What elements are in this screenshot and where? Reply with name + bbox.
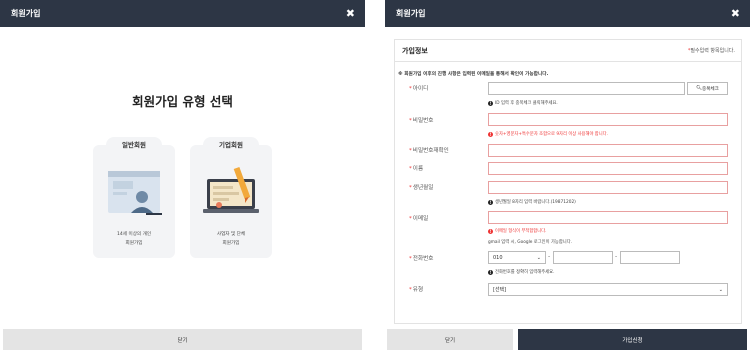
card-tab-label: 일반회원 [106, 137, 162, 152]
phone-label-text: 전화번호 [412, 256, 434, 262]
phone-separator: - [548, 253, 551, 260]
birth-input[interactable] [488, 181, 728, 194]
person-window-icon [108, 171, 162, 215]
required-star: * [409, 148, 412, 154]
page-title: 회원가입 유형 선택 [132, 94, 233, 109]
signup-form-modal: 회원가입 ✖ 가입정보 *필수입력 항목입니다. ※ 회원가입 이후의 진행 사… [385, 0, 750, 353]
card-desc-line: 14세 이상의 개인 [116, 232, 152, 237]
submit-signup-button[interactable]: 가입신청 [518, 329, 747, 350]
birth-hint: ! 생년월일 8자리 입력 바랍니다.(19871202) [488, 199, 576, 205]
password-hint-text: 숫자+영문자+특수문자 조합으로 9자리 이상 사용해야 합니다. [495, 132, 609, 137]
required-notice: *필수입력 항목입니다. [688, 47, 735, 54]
card-description: 사업자 및 단체 회원가입 [190, 230, 272, 248]
close-button[interactable]: 닫기 [3, 329, 362, 350]
required-text: 필수입력 항목입니다. [690, 48, 735, 54]
email-hint-text: 이메일 형식이 부적합합니다. [495, 229, 547, 234]
close-button[interactable]: 닫기 [387, 329, 513, 350]
info-icon: ! [488, 269, 493, 275]
type-label: *유형 [409, 285, 423, 293]
type-label-text: 유형 [412, 287, 424, 293]
phone-hint: ! 전화번호를 정확히 입력해주세요. [488, 269, 554, 275]
password-input[interactable] [488, 113, 728, 126]
phone-middle-input[interactable] [553, 251, 613, 264]
id-label-text: 아이디 [412, 86, 429, 92]
info-icon: ! [488, 100, 493, 106]
duplicate-check-button[interactable]: 🔍︎ 중복체크 [687, 82, 728, 95]
section-header: 가입정보 *필수입력 항목입니다. [395, 40, 741, 62]
gmail-note: gmail 입력 시, Google 로그인이 가능합니다. [488, 240, 573, 245]
id-hint: ! ID 입력 후 중복체크 클릭해주세요. [488, 100, 558, 106]
card-desc-line: 사업자 및 단체 [216, 232, 246, 237]
laptop-pencil-icon [203, 166, 259, 213]
birth-label: *생년월일 [409, 183, 433, 191]
password-confirm-label: *비밀번호재확인 [409, 146, 449, 154]
member-type-modal: 회원가입 ✖ 회원가입 유형 선택 일반회원 14세 이상의 개인 회원가입 기… [0, 0, 365, 353]
required-star: * [409, 118, 412, 124]
email-input[interactable] [488, 211, 728, 224]
card-desc-line: 회원가입 [125, 241, 143, 246]
password-confirm-label-text: 비밀번호재확인 [412, 148, 449, 154]
chevron-down-icon: ⌄ [536, 254, 541, 261]
required-star: * [409, 86, 412, 92]
individual-member-card[interactable]: 일반회원 14세 이상의 개인 회원가입 [93, 137, 175, 258]
required-star: * [409, 216, 412, 222]
email-label: *이메일 [409, 214, 428, 222]
phone-prefix-select[interactable]: 010 ⌄ [488, 251, 546, 264]
id-hint-text: ID 입력 후 중복체크 클릭해주세요. [495, 101, 558, 106]
password-hint: ! 숫자+영문자+특수문자 조합으로 9자리 이상 사용해야 합니다. [488, 131, 608, 137]
email-label-text: 이메일 [412, 216, 429, 222]
id-label: *아이디 [409, 84, 428, 92]
phone-label: *전화번호 [409, 254, 433, 262]
phone-prefix-value: 010 [493, 254, 503, 261]
close-icon[interactable]: ✖ [346, 8, 355, 19]
modal-header: 회원가입 ✖ [385, 0, 750, 27]
business-member-card[interactable]: 기업회원 사업자 및 단체 회원가입 [190, 137, 272, 258]
type-select[interactable]: [선택] ⌄ [488, 283, 728, 296]
modal-title: 회원가입 [11, 9, 41, 18]
section-title: 가입정보 [402, 46, 428, 55]
phone-separator: - [615, 253, 618, 260]
info-icon: ! [488, 199, 493, 205]
card-description: 14세 이상의 개인 회원가입 [93, 230, 175, 248]
warning-icon: ! [488, 131, 493, 137]
name-label: *이름 [409, 164, 423, 172]
required-star: * [409, 287, 412, 293]
name-input[interactable] [488, 162, 728, 175]
warning-icon: ! [488, 228, 493, 234]
type-select-value: [선택] [493, 287, 507, 293]
email-notice: ※ 회원가입 이후의 진행 사항은 입력된 이메일을 통해서 확인이 가능합니다… [398, 72, 549, 77]
card-tab-label: 기업회원 [203, 137, 259, 152]
id-input[interactable] [488, 82, 685, 95]
chevron-down-icon: ⌄ [718, 286, 723, 293]
password-label: *비밀번호 [409, 116, 433, 124]
card-desc-line: 회원가입 [222, 241, 240, 246]
close-icon[interactable]: ✖ [731, 8, 740, 19]
birth-label-text: 생년월일 [412, 185, 434, 191]
password-label-text: 비밀번호 [412, 118, 434, 124]
phone-hint-text: 전화번호를 정확히 입력해주세요. [495, 270, 555, 275]
modal-title: 회원가입 [396, 9, 426, 18]
modal-header: 회원가입 ✖ [0, 0, 365, 27]
duplicate-check-label: 중복체크 [701, 86, 719, 92]
required-star: * [409, 166, 412, 172]
signup-form: 가입정보 *필수입력 항목입니다. ※ 회원가입 이후의 진행 사항은 입력된 … [394, 39, 742, 324]
name-label-text: 이름 [412, 166, 424, 172]
phone-last-input[interactable] [620, 251, 680, 264]
email-hint: ! 이메일 형식이 부적합합니다. [488, 228, 547, 234]
password-confirm-input[interactable] [488, 144, 728, 157]
required-star: * [409, 256, 412, 262]
birth-hint-text: 생년월일 8자리 입력 바랍니다.(19871202) [495, 200, 576, 205]
required-star: * [409, 185, 412, 191]
